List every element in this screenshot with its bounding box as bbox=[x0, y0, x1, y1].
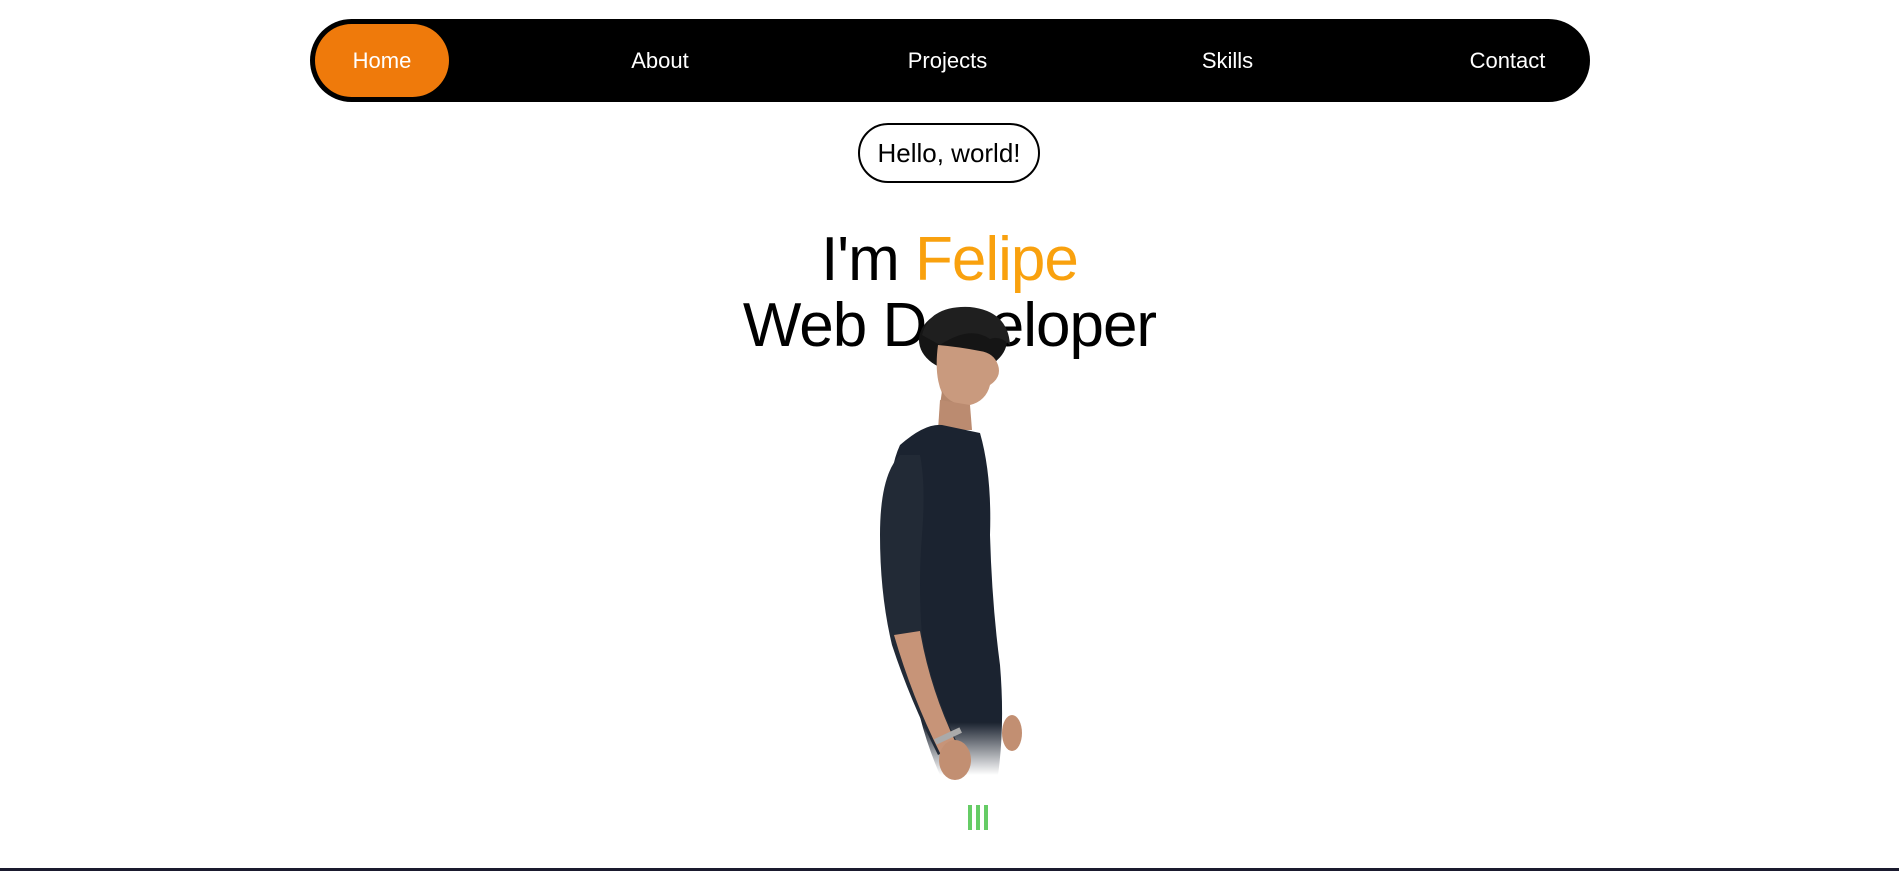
hero-name: Felipe bbox=[915, 225, 1079, 294]
greeting-badge: Hello, world! bbox=[858, 123, 1040, 183]
page: Home About Projects Skills Contact Hello… bbox=[0, 0, 1899, 871]
profile-photo bbox=[880, 306, 1022, 830]
nav-item-skills[interactable]: Skills bbox=[1160, 19, 1295, 102]
nav-item-home[interactable]: Home bbox=[315, 24, 449, 97]
nav-item-contact[interactable]: Contact bbox=[1440, 19, 1575, 102]
intro-prefix: I'm bbox=[821, 225, 900, 294]
hero-intro: I'm Felipe bbox=[0, 226, 1899, 294]
nav-item-about[interactable]: About bbox=[590, 19, 730, 102]
main-navbar: Home About Projects Skills Contact bbox=[310, 19, 1590, 102]
nav-item-projects[interactable]: Projects bbox=[870, 19, 1025, 102]
